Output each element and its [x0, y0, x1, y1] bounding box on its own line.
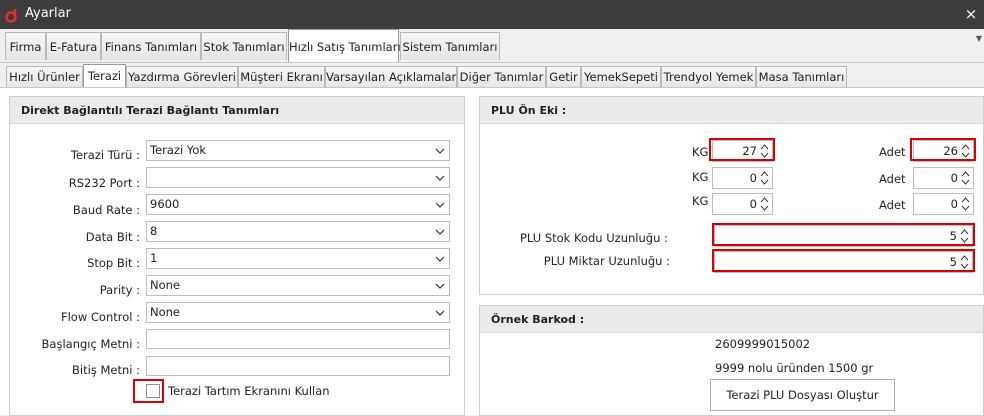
stock-code-length-value: 5: [949, 229, 957, 243]
tare-screen-label: Terazi Tartım Ekranını Kullan: [168, 384, 330, 398]
plu-prefix-header: PLU Ön Eki :: [480, 97, 983, 124]
quantity-length-value: 5: [949, 255, 957, 269]
chevron-down-icon: [435, 283, 445, 289]
chevron-down-icon: [435, 310, 445, 316]
start-text-label: Başlangıç Metni :: [41, 337, 140, 351]
kg-prefix-1-value: 27: [742, 144, 757, 158]
spinner-arrows-icon[interactable]: [961, 143, 970, 159]
parity-value: None: [150, 278, 181, 292]
start-text-input[interactable]: [146, 329, 450, 349]
adet-label-2: Adet: [879, 172, 906, 186]
adet-label-3: Adet: [879, 198, 906, 212]
subtab-trendyol-yemek[interactable]: Trendyol Yemek: [661, 66, 756, 87]
kg-prefix-3-value: 0: [749, 197, 757, 211]
rs232-port-select[interactable]: [146, 167, 450, 188]
subtab-musteri-ekrani[interactable]: Müşteri Ekranı: [238, 66, 325, 87]
baud-rate-value: 9600: [150, 197, 180, 211]
adet-prefix-1-value: 26: [943, 144, 958, 158]
tare-screen-checkbox[interactable]: [146, 384, 160, 398]
spinner-arrows-icon[interactable]: [961, 170, 970, 186]
data-bit-select[interactable]: 8: [146, 221, 450, 242]
scale-connection-header: Direkt Bağlantılı Terazi Bağlantı Tanıml…: [10, 97, 464, 124]
sample-barcode-value: 2609999015002: [715, 337, 811, 351]
sample-barcode-header: Örnek Barkod :: [480, 306, 983, 333]
spinner-arrows-icon[interactable]: [760, 196, 769, 212]
chevron-down-icon: [435, 229, 445, 235]
terazi-turu-value: Terazi Yok: [150, 143, 207, 157]
adet-prefix-2-spinner[interactable]: 0: [913, 167, 974, 189]
end-text-input[interactable]: [146, 356, 450, 376]
parity-select[interactable]: None: [146, 275, 450, 296]
kg-prefix-2-value: 0: [749, 171, 757, 185]
stock-code-length-label: PLU Stok Kodu Uzunluğu :: [520, 231, 668, 245]
tab-separator: [0, 62, 984, 63]
data-bit-value: 8: [150, 224, 158, 238]
subtab-terazi[interactable]: Terazi: [83, 64, 126, 88]
close-icon[interactable]: ×: [962, 4, 980, 24]
tab-sistem-tanimlari[interactable]: Sistem Tanımları: [400, 32, 500, 60]
quantity-length-label: PLU Miktar Uzunluğu :: [543, 254, 670, 268]
parity-label: Parity :: [99, 283, 140, 297]
stock-code-length-spinner[interactable]: 5: [714, 225, 973, 247]
sample-barcode-description: 9999 nolu üründen 1500 gr: [715, 361, 874, 375]
spinner-arrows-icon[interactable]: [960, 228, 969, 244]
end-text-label: Bitiş Metni :: [72, 363, 140, 377]
adet-label-1: Adet: [879, 145, 906, 159]
spinner-arrows-icon[interactable]: [760, 170, 769, 186]
spinner-arrows-icon[interactable]: [960, 254, 969, 270]
baud-rate-select[interactable]: 9600: [146, 194, 450, 215]
kg-label-3: KG: [692, 194, 709, 208]
adet-prefix-3-value: 0: [950, 197, 958, 211]
baud-rate-label: Baud Rate :: [72, 203, 140, 217]
chevron-down-icon: [435, 256, 445, 262]
quantity-length-spinner[interactable]: 5: [714, 251, 973, 273]
rs232-port-label: RS232 Port :: [68, 176, 140, 190]
kg-prefix-1-spinner[interactable]: 27: [712, 140, 773, 162]
tab-e-fatura[interactable]: E-Fatura: [46, 32, 101, 60]
kg-prefix-3-spinner[interactable]: 0: [712, 193, 773, 215]
subtab-masa-tanimlari[interactable]: Masa Tanımları: [756, 66, 847, 87]
spinner-arrows-icon[interactable]: [760, 143, 769, 159]
flow-control-label: Flow Control :: [60, 310, 140, 324]
main-tab-bar: Firma E-Fatura Finans Tanımları Stok Tan…: [0, 29, 984, 62]
data-bit-label: Data Bit :: [85, 230, 140, 244]
create-plu-file-button[interactable]: Terazi PLU Dosyası Oluştur: [710, 379, 895, 411]
subtab-yazdirma-gorevleri[interactable]: Yazdırma Görevleri: [126, 66, 238, 87]
tab-hizli-satis-tanimlari[interactable]: Hızlı Satış Tanımları: [288, 29, 401, 62]
terazi-turu-label: Terazi Türü :: [70, 148, 140, 162]
tab-finans-tanimlari[interactable]: Finans Tanımları: [101, 32, 201, 60]
flow-control-select[interactable]: None: [146, 302, 450, 323]
stop-bit-value: 1: [150, 251, 158, 265]
title-bar: Ayarlar ×: [0, 0, 984, 29]
adet-prefix-3-spinner[interactable]: 0: [913, 193, 974, 215]
flow-control-value: None: [150, 305, 181, 319]
kg-label-2: KG: [692, 170, 709, 184]
tab-stok-tanimlari[interactable]: Stok Tanımları: [201, 32, 287, 60]
terazi-turu-select[interactable]: Terazi Yok: [146, 140, 450, 161]
subtab-diger-tanimlar[interactable]: Diğer Tanımlar: [457, 66, 546, 87]
kg-label-1: KG: [692, 145, 709, 159]
chevron-down-icon: [435, 148, 445, 154]
stop-bit-label: Stop Bit :: [87, 256, 140, 270]
chevron-down-icon: [435, 202, 445, 208]
adet-prefix-1-spinner[interactable]: 26: [913, 140, 974, 162]
subtab-yemeksepeti[interactable]: YemekSepeti: [581, 66, 661, 87]
app-logo-icon: [5, 9, 17, 23]
chevron-down-icon: [435, 175, 445, 181]
overflow-menu-icon[interactable]: ▼: [976, 34, 982, 43]
subtab-hizli-urunler[interactable]: Hızlı Ürünler: [6, 66, 83, 87]
stop-bit-select[interactable]: 1: [146, 248, 450, 269]
subtab-getir[interactable]: Getir: [546, 66, 581, 87]
spinner-arrows-icon[interactable]: [961, 196, 970, 212]
kg-prefix-2-spinner[interactable]: 0: [712, 167, 773, 189]
adet-prefix-2-value: 0: [950, 171, 958, 185]
tab-firma[interactable]: Firma: [5, 32, 46, 60]
subtab-varsayilan-aciklamalar[interactable]: Varsayılan Açıklamalar: [325, 66, 457, 87]
window-title: Ayarlar: [25, 6, 71, 21]
